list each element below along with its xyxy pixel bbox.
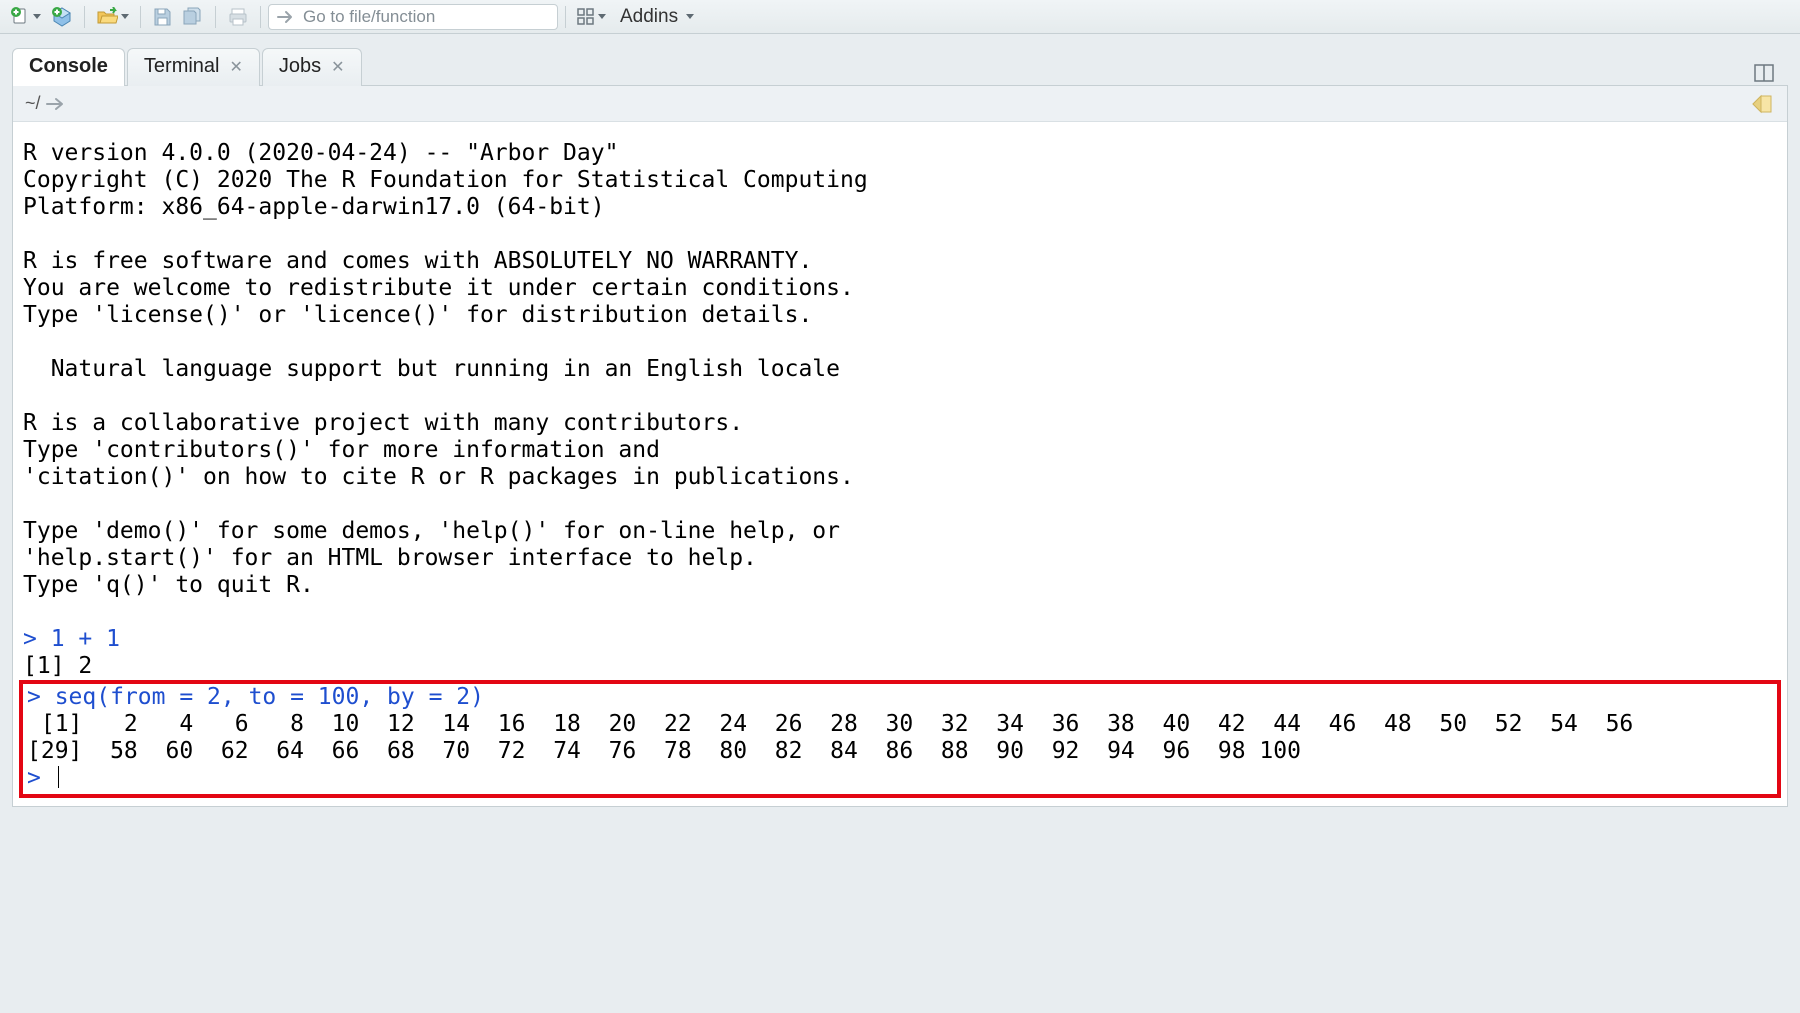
save-button[interactable] [148,4,176,30]
print-button[interactable] [223,4,253,30]
goto-placeholder: Go to file/function [303,7,435,27]
console-output[interactable]: R version 4.0.0 (2020-04-24) -- "Arbor D… [13,122,1787,806]
goto-wd-icon[interactable] [45,96,67,112]
new-project-button[interactable] [47,4,77,30]
grid-view-button[interactable] [573,4,610,30]
console-panel: ~/ R version 4.0.0 (2020-04-24) -- "Arbo… [12,85,1788,807]
clear-console-icon[interactable] [1749,93,1775,115]
console-result-2-line2: [29] 58 60 62 64 66 68 70 72 74 76 78 80… [27,738,1301,764]
open-file-button[interactable] [92,4,133,30]
tab-console[interactable]: Console [12,48,125,86]
goto-file-function-input[interactable]: Go to file/function [268,4,558,30]
addins-label: Addins [620,6,678,28]
new-file-button[interactable] [6,4,45,30]
working-directory-path[interactable]: ~/ [25,93,41,114]
save-all-button[interactable] [178,4,208,30]
highlighted-seq-block: > seq(from = 2, to = 100, by = 2) [1] 2 … [19,680,1781,798]
tabs-area: Console Terminal ✕ Jobs ✕ ~/ [12,48,1788,807]
working-directory-bar: ~/ [13,86,1787,122]
chevron-down-icon [121,14,129,19]
goto-arrow-icon [277,9,295,25]
tab-label: Terminal [144,55,220,78]
tab-label: Console [29,55,108,78]
tab-label: Jobs [279,55,321,78]
console-command-2: seq(from = 2, to = 100, by = 2) [55,684,484,710]
chevron-down-icon [686,14,694,19]
tab-terminal[interactable]: Terminal ✕ [127,48,260,86]
addins-button[interactable]: Addins [612,4,702,30]
console-prompt: > seq(from = 2, to = 100, by = 2) [27,684,484,710]
console-command-1: 1 + 1 [51,626,120,652]
close-icon[interactable]: ✕ [229,57,242,77]
console-prompt: > 1 + 1 [23,626,120,652]
main-toolbar: Go to file/function Addins [0,0,1800,34]
console-result-2-line1: [1] 2 4 6 8 10 12 14 16 18 20 22 24 26 2… [27,711,1633,737]
chevron-down-icon [598,14,606,19]
console-prompt-active[interactable]: > [27,765,55,791]
tab-jobs[interactable]: Jobs ✕ [262,48,362,86]
console-startup-text: R version 4.0.0 (2020-04-24) -- "Arbor D… [23,140,868,598]
close-icon[interactable]: ✕ [331,57,344,77]
text-cursor [58,766,59,788]
console-result-1: [1] 2 [23,653,92,679]
pane-layout-button[interactable] [1750,60,1778,86]
chevron-down-icon [33,14,41,19]
